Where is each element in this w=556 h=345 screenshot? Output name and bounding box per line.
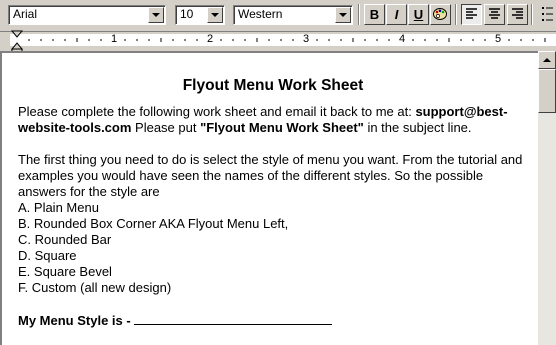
font-name-select[interactable]: Arial xyxy=(8,5,166,25)
align-left-button[interactable] xyxy=(461,4,482,25)
list-item: C. Rounded Bar xyxy=(18,232,112,247)
style-instructions: The first thing you need to do is select… xyxy=(18,152,523,199)
subject-text: "Flyout Menu Work Sheet" xyxy=(200,120,364,135)
chevron-down-icon[interactable] xyxy=(207,7,223,23)
align-right-icon xyxy=(512,8,523,19)
align-left-icon xyxy=(466,8,477,19)
bold-button[interactable]: B xyxy=(364,4,385,25)
toolbar-separator xyxy=(455,4,457,25)
toolbar-separator xyxy=(358,4,360,25)
ruler-label: 5 xyxy=(495,33,502,45)
toolbar-separator xyxy=(531,4,533,25)
list-item: E. Square Bevel xyxy=(18,264,112,279)
ruler-label: 2 xyxy=(207,33,214,45)
document-area[interactable]: Flyout Menu Work Sheet Please complete t… xyxy=(0,51,538,345)
chevron-down-icon[interactable] xyxy=(148,7,164,23)
list-item: F. Custom (all new design) xyxy=(18,280,172,295)
intro-prefix: Please complete the following work sheet… xyxy=(18,104,416,119)
list-item: B. Rounded Box Corner AKA Flyout Menu Le… xyxy=(18,216,289,231)
vertical-scrollbar[interactable] xyxy=(538,51,556,345)
scrollbar-thumb[interactable] xyxy=(538,69,556,113)
ruler-label: 1 xyxy=(111,33,118,45)
list-item: D. Square xyxy=(18,248,77,263)
menu-style-line: My Menu Style is - xyxy=(18,312,528,329)
scroll-up-icon[interactable] xyxy=(538,51,556,69)
bullets-icon xyxy=(542,7,553,21)
ruler-label: 3 xyxy=(303,33,310,45)
intro-middle: Please put xyxy=(131,120,201,135)
ruler-ticks xyxy=(28,38,546,42)
italic-icon: I xyxy=(394,7,399,22)
ruler-label: 4 xyxy=(399,33,406,45)
charset-value: Western xyxy=(238,7,283,21)
charset-select[interactable]: Western xyxy=(233,5,353,25)
formatting-toolbar: Arial 10 Western B I U xyxy=(0,0,556,31)
bold-icon: B xyxy=(369,7,380,22)
intro-paragraph: Please complete the following work sheet… xyxy=(18,104,528,136)
align-right-button[interactable] xyxy=(507,4,528,25)
font-size-select[interactable]: 10 xyxy=(175,5,225,25)
underline-button[interactable]: U xyxy=(408,4,429,25)
document-content: Flyout Menu Work Sheet Please complete t… xyxy=(18,78,528,329)
menu-style-blank[interactable] xyxy=(134,312,333,325)
align-center-icon xyxy=(489,8,500,19)
page-title: Flyout Menu Work Sheet xyxy=(182,77,364,94)
ruler-strip: 1 2 3 4 5 xyxy=(10,33,556,46)
list-item: A. Plain Menu xyxy=(18,200,99,215)
align-center-button[interactable] xyxy=(484,4,505,25)
chevron-down-icon[interactable] xyxy=(335,7,351,23)
font-size-value: 10 xyxy=(180,7,194,21)
text-color-button[interactable] xyxy=(430,4,451,25)
bullets-button[interactable] xyxy=(540,4,554,28)
underline-icon: U xyxy=(413,7,424,22)
font-name-value: Arial xyxy=(13,7,38,21)
intro-suffix: in the subject line. xyxy=(363,120,472,135)
text-color-icon xyxy=(433,8,447,20)
italic-button[interactable]: I xyxy=(386,4,407,25)
menu-style-label: My Menu Style is - xyxy=(18,313,135,328)
